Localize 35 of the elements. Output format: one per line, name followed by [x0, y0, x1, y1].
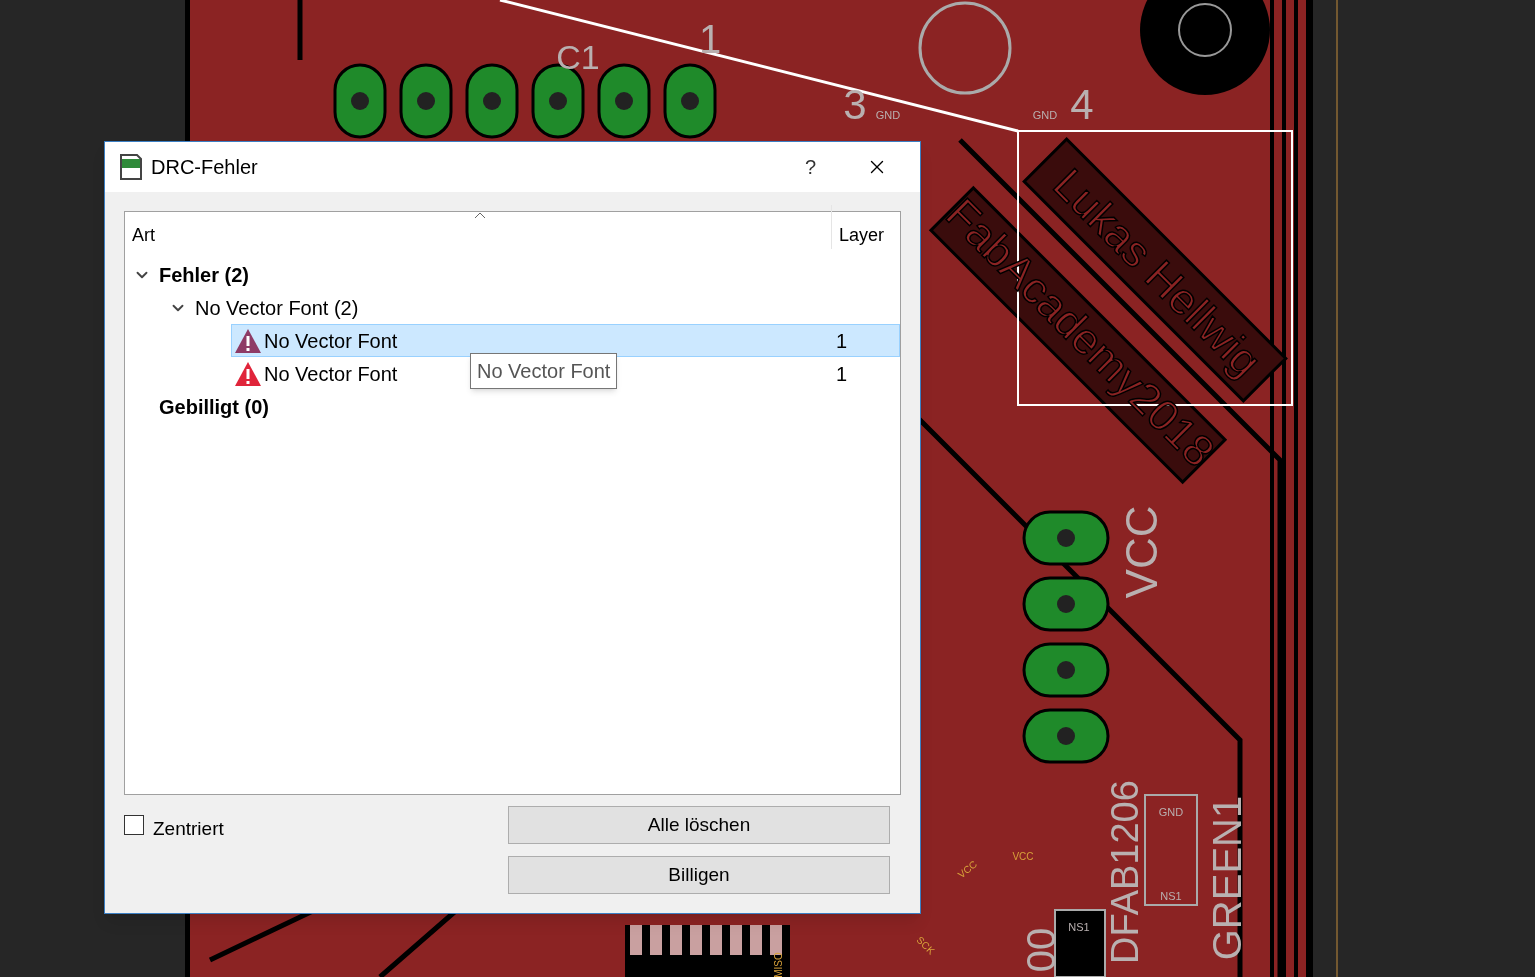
- tree-item[interactable]: No Vector Font: [264, 358, 398, 389]
- pcb-label: VCC: [955, 858, 980, 881]
- pcb-label: GND: [875, 108, 901, 121]
- tree-label[interactable]: No Vector Font (2): [195, 292, 359, 323]
- pcb-label: 00: [1018, 927, 1063, 973]
- checkbox[interactable]: [124, 815, 144, 835]
- warning-icon: [234, 327, 262, 354]
- window-title: DRC-Fehler: [151, 155, 258, 180]
- tooltip: No Vector Font: [470, 353, 618, 389]
- layer-text: 1: [835, 361, 847, 387]
- checkbox-label: Zentriert: [153, 817, 224, 841]
- pcb-label: 4: [1070, 81, 1094, 129]
- pcb-label: NS1: [1068, 920, 1090, 933]
- board-file-icon: [119, 153, 143, 181]
- pcb-label: GND: [1158, 805, 1184, 818]
- pcb-label: 3: [843, 81, 867, 129]
- help-button[interactable]: ?: [804, 152, 816, 182]
- pcb-label: DFAB1206: [1104, 780, 1147, 964]
- dialog-button[interactable]: Billigen: [508, 856, 890, 894]
- warning-icon: [234, 360, 262, 387]
- dialog-button[interactable]: Alle löschen: [508, 806, 890, 844]
- pcb-label: VCC: [1116, 505, 1166, 599]
- pcb-label: C1: [556, 38, 600, 76]
- layer-text: 1: [835, 328, 847, 354]
- column-header[interactable]: Art: [125, 222, 831, 249]
- pcb-label: VCC: [1012, 850, 1034, 862]
- tree-label[interactable]: Gebilligt (0): [159, 391, 269, 422]
- pcb-label: NS1: [1160, 889, 1182, 902]
- tree-item[interactable]: No Vector Font: [264, 325, 398, 356]
- column-header[interactable]: Layer: [831, 205, 900, 249]
- pcb-label: MISO: [772, 952, 784, 977]
- tree-label[interactable]: Fehler (2): [159, 259, 250, 290]
- pcb-label: GREEN1: [1204, 795, 1249, 961]
- pcb-label: GND: [1032, 108, 1058, 121]
- pcb-label: 1: [698, 16, 722, 61]
